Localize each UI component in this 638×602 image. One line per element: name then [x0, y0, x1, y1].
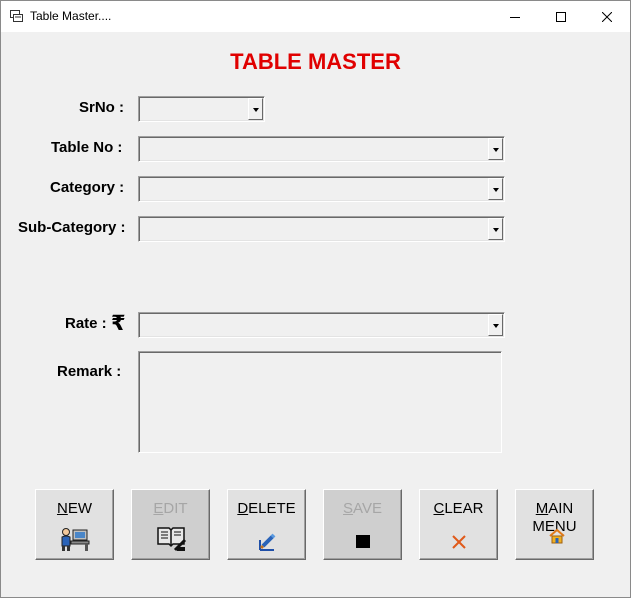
save-button[interactable]: SAVE: [323, 489, 402, 560]
close-icon: [602, 11, 612, 22]
subcategory-label: Sub-Category :: [18, 219, 126, 236]
tableno-label: Table No :: [51, 139, 123, 156]
rate-label: Rate :: [65, 315, 107, 332]
srno-label: SrNo :: [79, 99, 124, 116]
app-icon: [10, 10, 23, 22]
maximize-button[interactable]: [538, 1, 584, 32]
new-button-label: NEW: [56, 500, 92, 517]
minimize-icon: [510, 16, 520, 18]
maximize-icon: [556, 11, 566, 22]
edit-button-label: EDIT: [153, 500, 188, 517]
delete-button-label: DELETE: [237, 500, 296, 517]
srno-combo[interactable]: [138, 96, 265, 122]
remark-textarea[interactable]: [138, 351, 502, 453]
close-button[interactable]: [584, 1, 630, 32]
new-button[interactable]: NEW: [35, 489, 114, 560]
category-label: Category :: [50, 179, 125, 196]
srno-dropdown-arrow-icon[interactable]: [248, 98, 263, 120]
edit-button[interactable]: EDIT: [131, 489, 210, 560]
clear-button[interactable]: CLEAR: [419, 489, 498, 560]
subcategory-combo[interactable]: [138, 216, 505, 242]
title-bar: Table Master....: [1, 1, 630, 32]
home-icon: [548, 528, 565, 544]
main-menu-button[interactable]: MAIN MENU: [515, 489, 594, 560]
rate-dropdown-arrow-icon[interactable]: [488, 314, 503, 336]
rupee-icon: ₹: [111, 311, 126, 335]
minimize-button[interactable]: [492, 1, 538, 32]
clear-button-label: CLEAR: [433, 500, 484, 517]
window-title: Table Master....: [30, 9, 112, 23]
remark-label: Remark :: [57, 363, 122, 380]
tableno-dropdown-arrow-icon[interactable]: [488, 138, 503, 160]
delete-button[interactable]: DELETE: [227, 489, 306, 560]
table-master-window: Table Master.... TABLE MASTER SrNo : Tab…: [0, 0, 631, 598]
save-button-label: SAVE: [343, 500, 382, 517]
edit-book-icon: [156, 527, 186, 552]
tableno-combo[interactable]: [138, 136, 505, 162]
rate-combo[interactable]: [138, 312, 505, 338]
delete-pen-icon: [258, 533, 275, 551]
save-icon: [355, 535, 370, 548]
clear-x-icon: [451, 535, 466, 549]
person-at-desk-icon: [61, 528, 89, 551]
form-heading: TABLE MASTER: [230, 49, 401, 74]
category-dropdown-arrow-icon[interactable]: [488, 178, 503, 200]
subcategory-dropdown-arrow-icon[interactable]: [488, 218, 503, 240]
category-combo[interactable]: [138, 176, 505, 202]
